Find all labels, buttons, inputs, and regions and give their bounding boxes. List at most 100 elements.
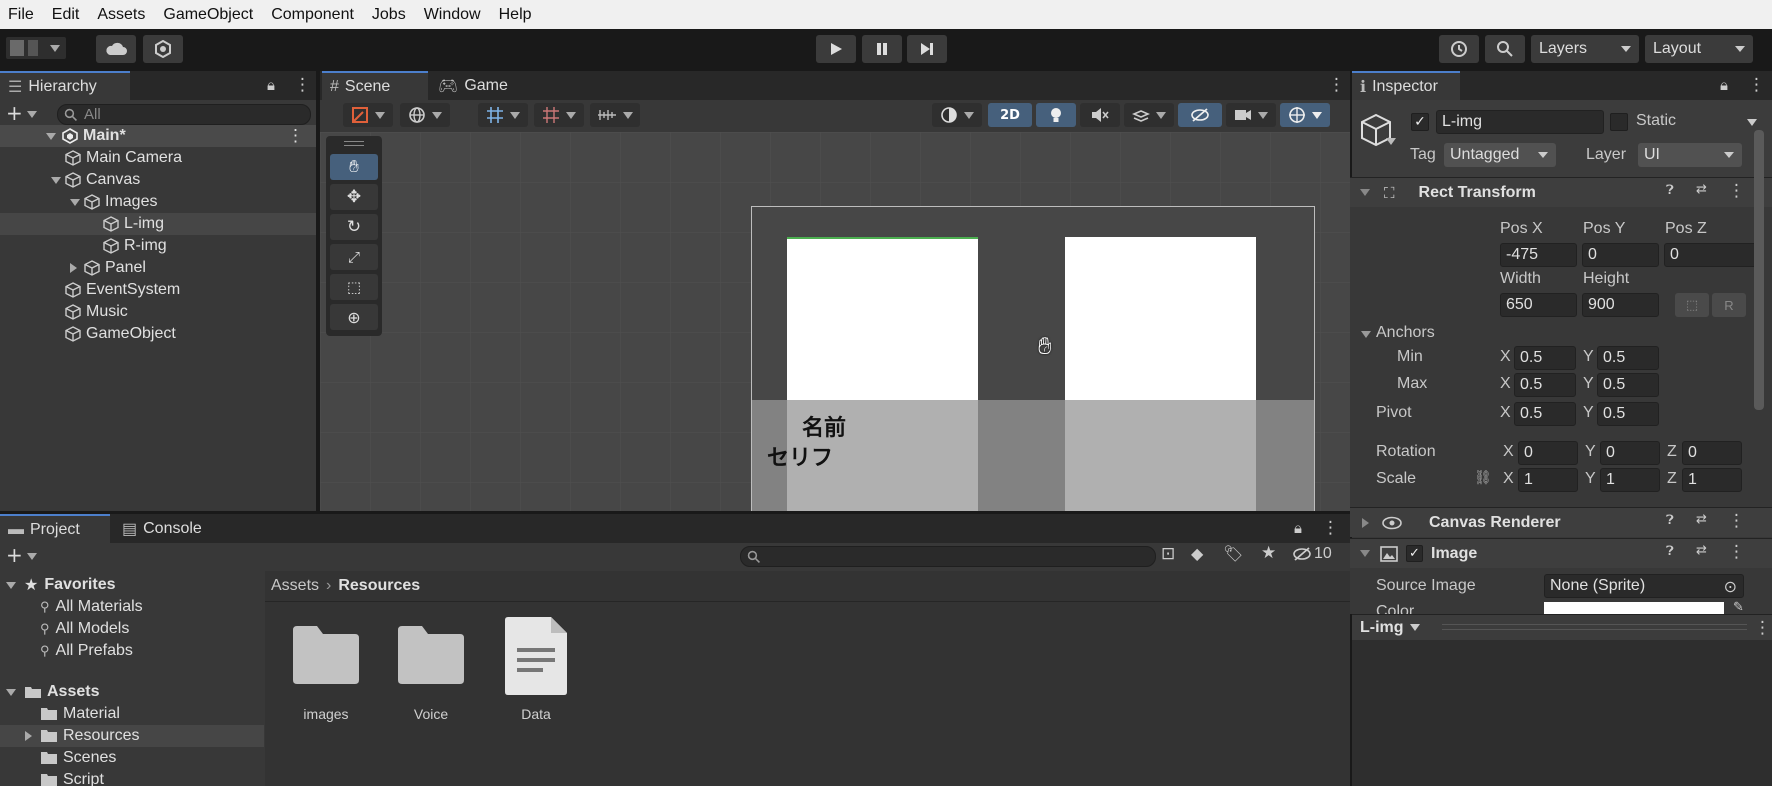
shading-mode-dropdown[interactable] bbox=[932, 103, 982, 127]
hierarchy-item[interactable]: R-img bbox=[0, 235, 316, 257]
menu-edit[interactable]: Edit bbox=[43, 6, 89, 24]
height-field[interactable]: 900 bbox=[1582, 293, 1659, 317]
menu-file[interactable]: File bbox=[0, 6, 43, 24]
effects-dropdown[interactable] bbox=[1124, 103, 1174, 127]
menu-window[interactable]: Window bbox=[415, 6, 490, 24]
layers-dropdown[interactable]: Layers bbox=[1531, 35, 1639, 63]
assets-root-row[interactable]: Assets bbox=[0, 681, 264, 703]
menu-assets[interactable]: Assets bbox=[88, 6, 154, 24]
lock-icon[interactable]: 🔒︎ bbox=[267, 76, 275, 94]
lock-icon[interactable]: 🔒︎ bbox=[1294, 519, 1302, 537]
active-checkbox[interactable]: ✓ bbox=[1411, 113, 1429, 131]
image-component-header[interactable]: ✓ Image ❓︎ ⇄ ⋮ bbox=[1350, 538, 1772, 568]
account-avatar[interactable] bbox=[6, 37, 66, 59]
constrain-proportions-icon[interactable]: ⛓︎ bbox=[1474, 470, 1492, 486]
folder-item[interactable]: images bbox=[281, 616, 371, 726]
more-options-icon[interactable]: ⋮ bbox=[1748, 75, 1765, 95]
source-image-field[interactable]: None (Sprite) ⊙ bbox=[1544, 574, 1744, 598]
scale-z-field[interactable]: 1 bbox=[1682, 468, 1742, 492]
hierarchy-item[interactable]: Main Camera bbox=[0, 147, 316, 169]
blueprint-mode-button[interactable]: ⬚ bbox=[1675, 293, 1709, 317]
tab-scene[interactable]: # Scene bbox=[322, 71, 428, 100]
pivot-y-field[interactable]: 0.5 bbox=[1597, 402, 1659, 426]
hidden-packages-toggle[interactable]: 10 bbox=[1292, 545, 1332, 563]
lock-icon[interactable]: 🔒︎ bbox=[1720, 76, 1728, 94]
layer-dropdown[interactable]: UI bbox=[1638, 143, 1742, 167]
canvas-renderer-header[interactable]: Canvas Renderer ❓︎ ⇄ ⋮ bbox=[1350, 507, 1772, 537]
help-icon[interactable]: ❓︎ bbox=[1666, 183, 1674, 198]
image-enabled-checkbox[interactable]: ✓ bbox=[1406, 545, 1423, 562]
eyedropper-icon[interactable]: ✎ bbox=[1733, 600, 1744, 614]
more-options-icon[interactable]: ⋮ bbox=[1728, 181, 1745, 201]
ruler-button[interactable] bbox=[590, 103, 640, 127]
chevron-right-icon[interactable] bbox=[25, 731, 32, 741]
anchor-min-x-field[interactable]: 0.5 bbox=[1514, 346, 1576, 370]
favorite-item[interactable]: ⚲ All Materials bbox=[0, 596, 264, 618]
hand-tool-button[interactable]: ✋︎ bbox=[330, 154, 378, 180]
pos-z-field[interactable]: 0 bbox=[1664, 243, 1760, 267]
more-options-icon[interactable]: ⋮ bbox=[294, 75, 311, 95]
tab-hierarchy[interactable]: ☰ Hierarchy bbox=[0, 71, 130, 100]
presets-icon[interactable]: ⇄ bbox=[1696, 543, 1707, 558]
global-local-dropdown[interactable] bbox=[400, 103, 450, 127]
hierarchy-item[interactable]: Panel bbox=[0, 257, 316, 279]
increment-snap-button[interactable] bbox=[534, 103, 584, 127]
rotation-y-field[interactable]: 0 bbox=[1600, 441, 1660, 465]
object-picker-icon[interactable]: ⊙ bbox=[1724, 577, 1737, 597]
preview-header[interactable]: L-img ⋮ bbox=[1352, 614, 1772, 640]
rotate-tool-button[interactable]: ↻ bbox=[330, 214, 378, 240]
audio-toggle[interactable] bbox=[1080, 103, 1120, 127]
width-field[interactable]: 650 bbox=[1500, 293, 1577, 317]
lighting-toggle[interactable] bbox=[1036, 103, 1076, 127]
layout-dropdown[interactable]: Layout bbox=[1645, 35, 1753, 63]
more-options-icon[interactable]: ⋮ bbox=[1328, 75, 1345, 95]
scene-root-row[interactable]: Main* ⋮ bbox=[0, 125, 316, 147]
favorite-item[interactable]: ⚲ All Prefabs bbox=[0, 640, 264, 662]
more-options-icon[interactable]: ⋮ bbox=[1754, 618, 1771, 638]
presets-icon[interactable]: ⇄ bbox=[1696, 512, 1707, 527]
gizmos-dropdown[interactable] bbox=[1280, 103, 1330, 127]
tag-dropdown[interactable]: Untagged bbox=[1444, 143, 1556, 167]
rotation-z-field[interactable]: 0 bbox=[1682, 441, 1742, 465]
scene-viewport[interactable]: ✋︎ ✥ ↻ ⤢ ⬚ ⊕ 名前 セリフ ✋︎ bbox=[320, 132, 1350, 511]
tab-project[interactable]: ▬ Project bbox=[0, 514, 110, 543]
pos-x-field[interactable]: -475 bbox=[1500, 243, 1577, 267]
play-button[interactable] bbox=[816, 35, 856, 63]
hierarchy-item[interactable]: L-img bbox=[0, 213, 316, 235]
breadcrumb-assets[interactable]: Assets bbox=[271, 577, 319, 595]
tab-inspector[interactable]: ℹ︎ Inspector bbox=[1352, 71, 1460, 100]
draw-mode-dropdown[interactable] bbox=[343, 103, 393, 127]
rect-tool-button[interactable]: ⬚ bbox=[330, 274, 378, 300]
pause-button[interactable] bbox=[862, 35, 902, 63]
step-button[interactable] bbox=[907, 35, 947, 63]
tab-game[interactable]: 🎮︎ Game bbox=[430, 71, 530, 100]
inspector-scrollbar[interactable] bbox=[1754, 130, 1764, 410]
project-create-button[interactable]: + bbox=[6, 545, 42, 567]
more-options-icon[interactable]: ⋮ bbox=[1728, 511, 1745, 531]
hierarchy-item[interactable]: GameObject bbox=[0, 323, 316, 345]
favorite-item[interactable]: ⚲ All Models bbox=[0, 618, 264, 640]
asset-folder-item[interactable]: Script bbox=[0, 769, 264, 786]
pos-y-field[interactable]: 0 bbox=[1582, 243, 1659, 267]
help-icon[interactable]: ❓︎ bbox=[1666, 544, 1674, 559]
rotation-x-field[interactable]: 0 bbox=[1518, 441, 1578, 465]
anchor-min-y-field[interactable]: 0.5 bbox=[1597, 346, 1659, 370]
undo-history-button[interactable] bbox=[1439, 35, 1479, 63]
hierarchy-item[interactable]: EventSystem bbox=[0, 279, 316, 301]
file-item[interactable]: Data bbox=[491, 616, 581, 726]
move-tool-button[interactable]: ✥ bbox=[330, 184, 378, 210]
anchor-max-y-field[interactable]: 0.5 bbox=[1597, 373, 1659, 397]
search-button[interactable] bbox=[1485, 35, 1525, 63]
chevron-down-icon[interactable] bbox=[70, 198, 80, 206]
static-checkbox[interactable] bbox=[1610, 113, 1628, 131]
transform-tool-button[interactable]: ⊕ bbox=[330, 304, 378, 330]
asset-folder-item[interactable]: Scenes bbox=[0, 747, 264, 769]
create-button[interactable]: + bbox=[6, 103, 42, 125]
more-options-icon[interactable]: ⋮ bbox=[287, 126, 304, 146]
color-swatch[interactable] bbox=[1544, 602, 1724, 614]
favorite-star-icon[interactable]: ★ bbox=[1261, 543, 1276, 563]
hierarchy-search[interactable]: All bbox=[57, 104, 311, 125]
hierarchy-item[interactable]: Images bbox=[0, 191, 316, 213]
favorites-row[interactable]: ★ Favorites bbox=[0, 574, 264, 596]
hierarchy-item[interactable]: Canvas bbox=[0, 169, 316, 191]
